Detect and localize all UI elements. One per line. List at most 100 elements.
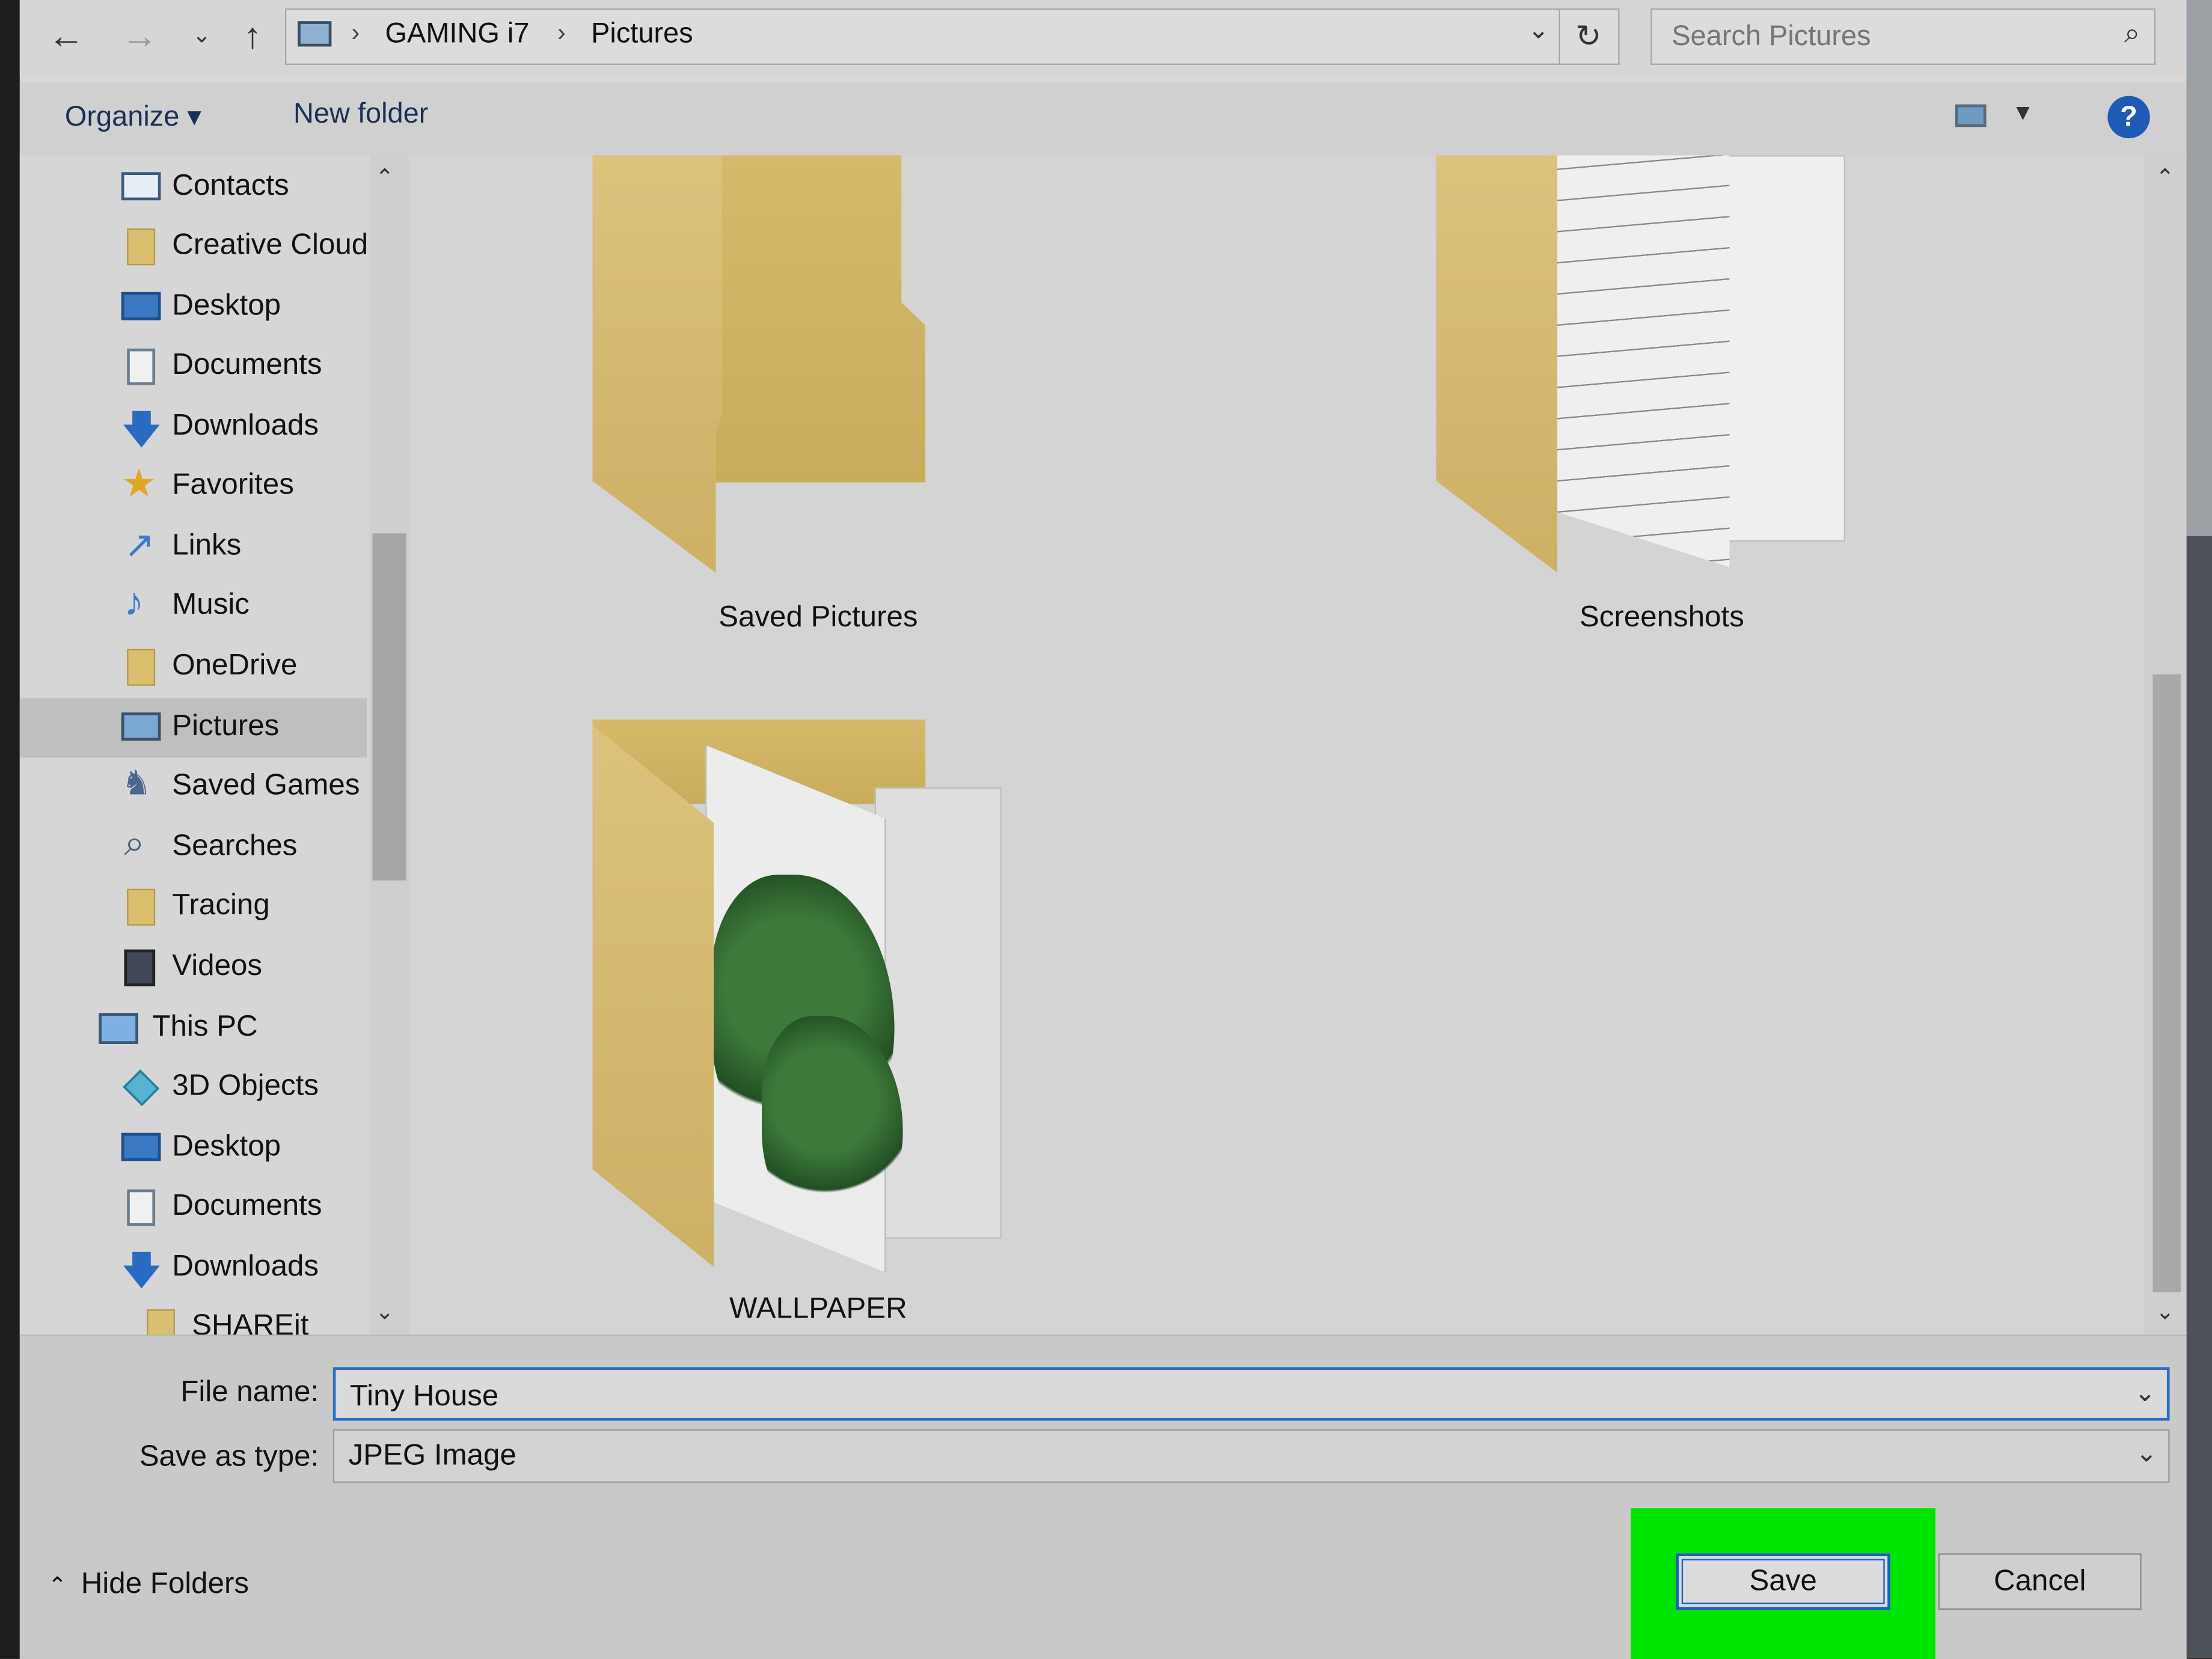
- nav-item-label: Favorites: [172, 468, 294, 501]
- nav-item-this-pc[interactable]: This PC: [20, 999, 367, 1059]
- breadcrumb-separator: ›: [557, 18, 566, 47]
- folder-screenshots[interactable]: Screenshots: [1408, 155, 1916, 649]
- nav-item-label: Creative Cloud: [172, 228, 369, 261]
- search-icon: ⌕: [124, 821, 145, 864]
- desktop-icon: [121, 1132, 161, 1161]
- nav-item-label: Downloads: [172, 409, 319, 442]
- file-name-input[interactable]: [349, 1378, 2100, 1416]
- search-box[interactable]: ⌕: [1650, 8, 2156, 65]
- save-button[interactable]: Save: [1676, 1553, 1891, 1610]
- save-as-type-label: Save as type:: [139, 1440, 319, 1473]
- breadcrumb-gaming-i7[interactable]: GAMING i7: [385, 19, 530, 51]
- nav-item-label: Videos: [172, 949, 263, 982]
- breadcrumb-pictures[interactable]: Pictures: [591, 19, 693, 51]
- nav-item-downloads[interactable]: 🡇 Downloads: [20, 398, 367, 457]
- view-options-chevron-icon[interactable]: ▼: [2012, 102, 2034, 127]
- documents-icon: [127, 348, 156, 385]
- nav-item-videos[interactable]: Videos: [20, 938, 367, 998]
- scroll-down-chevron-icon[interactable]: ⌄: [375, 1298, 394, 1326]
- chevron-down-icon[interactable]: ⌄: [2136, 1439, 2157, 1468]
- file-name-combobox[interactable]: ⌄: [332, 1367, 2170, 1421]
- refresh-icon[interactable]: ↻: [1558, 10, 1617, 64]
- folder-name: Saved Pictures: [718, 600, 918, 634]
- nav-item-searches[interactable]: ⌕ Searches: [20, 818, 367, 878]
- folder-saved-pictures[interactable]: Saved Pictures: [565, 155, 1073, 649]
- nav-item-label: This PC: [152, 1010, 258, 1043]
- nav-item-links[interactable]: ↗ Links: [20, 518, 367, 577]
- scroll-up-chevron-icon[interactable]: ⌃: [375, 163, 394, 192]
- nav-item-favorites[interactable]: ★ Favorites: [20, 457, 367, 516]
- chevron-down-icon[interactable]: ⌄: [2134, 1378, 2155, 1408]
- documents-icon: [127, 1189, 156, 1226]
- film-icon: [124, 949, 156, 986]
- organize-button[interactable]: Organize ▾: [65, 99, 201, 134]
- hide-folders-button[interactable]: ⌃ Hide Folders: [48, 1568, 249, 1601]
- computer-icon: [99, 1013, 138, 1044]
- nav-item-3d-objects[interactable]: 3D Objects: [20, 1058, 367, 1117]
- file-list: Saved Pictures Screenshots WALLPAPER: [409, 155, 2145, 1335]
- nav-item-desktop-pc[interactable]: Desktop: [20, 1119, 367, 1178]
- search-icon[interactable]: ⌕: [2124, 19, 2140, 51]
- nav-item-saved-games[interactable]: ♞ Saved Games: [20, 757, 367, 817]
- nav-item-documents[interactable]: Documents: [20, 337, 367, 397]
- nav-item-music[interactable]: ♪ Music: [20, 577, 367, 637]
- file-name-label: File name:: [180, 1375, 319, 1408]
- search-input[interactable]: [1668, 18, 2084, 55]
- change-view-icon[interactable]: [1955, 104, 1987, 127]
- nav-item-label: Desktop: [172, 1130, 281, 1163]
- save-options-panel: File name: ⌄ Save as type: JPEG Image ⌄ …: [19, 1334, 2187, 1659]
- nav-item-label: OneDrive: [172, 649, 298, 682]
- nav-item-label: Searches: [172, 830, 298, 863]
- nav-item-label: Music: [172, 588, 250, 621]
- new-folder-button[interactable]: New folder: [293, 99, 428, 131]
- nav-item-label: Pictures: [172, 709, 280, 742]
- nav-item-onedrive[interactable]: OneDrive: [20, 638, 367, 697]
- folder-icon: [147, 1309, 175, 1335]
- nav-item-shareit[interactable]: SHAREit: [20, 1298, 367, 1335]
- scroll-down-chevron-icon[interactable]: ⌄: [2155, 1298, 2174, 1326]
- folder-name: Screenshots: [1579, 600, 1744, 634]
- folder-front-shape: [592, 155, 723, 573]
- scrollbar-thumb[interactable]: [2152, 674, 2181, 1293]
- nav-item-label: Links: [172, 529, 242, 562]
- folder-icon: [127, 228, 156, 266]
- nav-item-label: Saved Games: [172, 769, 360, 802]
- music-note-icon: ♪: [124, 579, 144, 624]
- back-arrow-icon[interactable]: ←: [42, 11, 90, 60]
- contacts-icon: [121, 172, 161, 201]
- nav-item-desktop[interactable]: Desktop: [20, 278, 367, 337]
- folder-name: WALLPAPER: [729, 1292, 907, 1325]
- star-icon: ★: [121, 461, 157, 506]
- scroll-up-chevron-icon[interactable]: ⌃: [2155, 163, 2174, 192]
- nav-item-contacts[interactable]: Contacts: [20, 158, 367, 218]
- screenshot-preview-page: [1718, 155, 1845, 542]
- nav-item-pictures[interactable]: Pictures: [19, 698, 367, 758]
- recent-locations-chevron-icon[interactable]: ⌄: [178, 11, 226, 60]
- nav-item-tracing[interactable]: Tracing: [20, 878, 367, 937]
- desktop-icon: [121, 292, 161, 320]
- address-bar[interactable]: › GAMING i7 › Pictures ⌄ ↻: [284, 8, 1620, 65]
- save-as-type-select[interactable]: JPEG Image ⌄: [332, 1429, 2170, 1483]
- nav-item-label: Downloads: [172, 1250, 319, 1283]
- navigation-scrollbar[interactable]: ⌃ ⌄: [369, 155, 409, 1335]
- address-history-chevron-icon[interactable]: ⌄: [1528, 16, 1549, 45]
- nav-item-label: Desktop: [172, 289, 281, 322]
- file-list-scrollbar[interactable]: ⌃ ⌄: [2144, 155, 2187, 1335]
- folder-icon: [127, 888, 156, 926]
- saved-games-icon: ♞: [121, 765, 152, 803]
- cancel-button[interactable]: Cancel: [1938, 1553, 2142, 1610]
- background-window-edge: [2186, 0, 2212, 1658]
- nav-item-label: SHAREit: [192, 1309, 309, 1335]
- hide-folders-label: Hide Folders: [81, 1567, 250, 1600]
- scrollbar-thumb[interactable]: [372, 533, 406, 881]
- nav-item-creative-cloud[interactable]: Creative Cloud: [20, 217, 369, 276]
- command-bar: Organize ▾ New folder ▼ ?: [19, 82, 2187, 157]
- up-arrow-icon[interactable]: ↑: [228, 11, 277, 60]
- save-as-dialog: ← → ⌄ ↑ › GAMING i7 › Pictures ⌄ ↻ ⌕ Org…: [19, 0, 2187, 1659]
- help-icon[interactable]: ?: [2107, 96, 2150, 139]
- folder-wallpaper[interactable]: WALLPAPER: [565, 720, 1073, 1334]
- nav-item-downloads-pc[interactable]: 🡇 Downloads: [20, 1239, 367, 1298]
- forward-arrow-icon[interactable]: →: [115, 11, 164, 60]
- nav-item-documents-pc[interactable]: Documents: [20, 1178, 367, 1238]
- pictures-icon: [121, 712, 161, 741]
